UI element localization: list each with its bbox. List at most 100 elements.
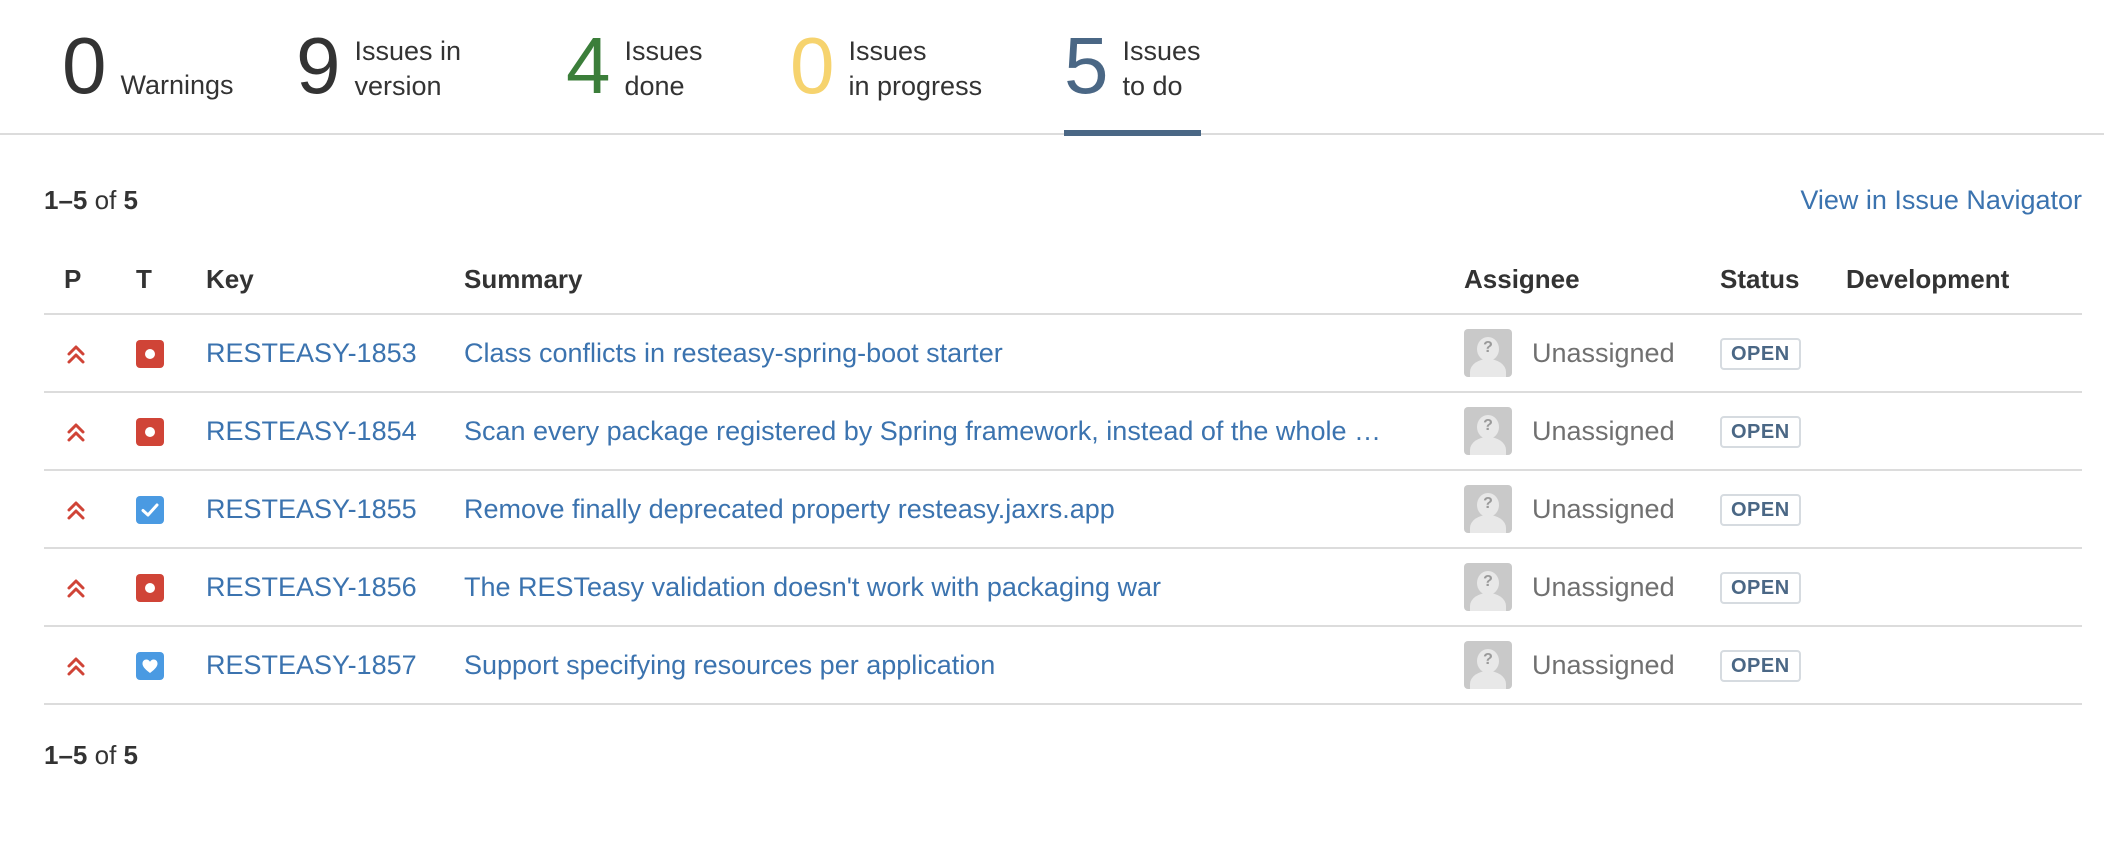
status-cell: OPEN <box>1720 314 1846 393</box>
unassigned-avatar-icon: ? <box>1464 485 1512 533</box>
issue-summary-link[interactable]: Support specifying resources per applica… <box>464 650 1414 681</box>
feature-heart-icon <box>136 652 164 681</box>
priority-cell <box>44 314 136 393</box>
summary-cell: Remove finally deprecated property reste… <box>464 470 1464 549</box>
issue-key-link[interactable]: RESTEASY-1854 <box>206 416 417 446</box>
issues-table: P T Key Summary Assignee Status Developm… <box>44 245 2082 705</box>
assignee-name: Unassigned <box>1532 415 1675 446</box>
column-header-summary[interactable]: Summary <box>464 245 1464 315</box>
issue-key-link[interactable]: RESTEASY-1856 <box>206 572 417 602</box>
issue-key-link[interactable]: RESTEASY-1857 <box>206 650 417 680</box>
column-header-development[interactable]: Development <box>1846 245 2082 315</box>
pager-top: 1–5 of 5 <box>44 185 139 215</box>
status-cell: OPEN <box>1720 626 1846 705</box>
assignee-cell: ? Unassigned <box>1464 548 1720 627</box>
development-cell <box>1846 392 2082 471</box>
table-row: RESTEASY-1853 Class conflicts in resteas… <box>44 314 2082 393</box>
priority-cell <box>44 548 136 627</box>
status-badge: OPEN <box>1720 416 1801 448</box>
issue-summary-link[interactable]: The RESTeasy validation doesn't work wit… <box>464 572 1414 603</box>
bug-icon <box>136 574 164 603</box>
assignee-cell: ? Unassigned <box>1464 392 1720 471</box>
issue-summary-link[interactable]: Class conflicts in resteasy-spring-boot … <box>464 338 1414 369</box>
status-badge: OPEN <box>1720 494 1801 526</box>
type-cell <box>136 314 206 393</box>
status-cell: OPEN <box>1720 392 1846 471</box>
issue-summary-link[interactable]: Scan every package registered by Spring … <box>464 416 1414 447</box>
highest-priority-icon <box>67 657 85 676</box>
issue-results: 1–5 of 5 View in Issue Navigator P T Key… <box>44 180 2082 775</box>
bug-icon <box>136 418 164 447</box>
assignee-cell: ? Unassigned <box>1464 626 1720 705</box>
issues-in-progress-count: 0 <box>790 21 835 110</box>
status-badge: OPEN <box>1720 338 1801 370</box>
stat-warnings[interactable]: 0 Warnings <box>62 26 234 130</box>
stat-issues-to-do[interactable]: 5 Issues to do <box>1064 26 1201 136</box>
type-cell <box>136 548 206 627</box>
table-row: RESTEASY-1857 Support specifying resourc… <box>44 626 2082 705</box>
issues-in-version-label: Issues in version <box>354 36 462 101</box>
issue-key-link[interactable]: RESTEASY-1855 <box>206 494 417 524</box>
type-cell <box>136 626 206 705</box>
key-cell: RESTEASY-1853 <box>206 314 464 393</box>
table-row: RESTEASY-1854 Scan every package registe… <box>44 392 2082 471</box>
issue-summary-link[interactable]: Remove finally deprecated property reste… <box>464 494 1414 525</box>
issues-in-progress-label: Issues in progress <box>848 36 983 101</box>
table-row: RESTEASY-1855 Remove finally deprecated … <box>44 470 2082 549</box>
stat-issues-in-progress[interactable]: 0 Issues in progress <box>790 26 982 130</box>
highest-priority-icon <box>67 345 85 364</box>
warnings-label: Warnings <box>120 70 234 100</box>
table-header-row: P T Key Summary Assignee Status Developm… <box>44 245 2082 315</box>
pager-bottom: 1–5 of 5 <box>44 740 139 770</box>
assignee-cell: ? Unassigned <box>1464 314 1720 393</box>
issues-in-version-count: 9 <box>296 21 341 110</box>
type-cell <box>136 470 206 549</box>
development-cell <box>1846 470 2082 549</box>
bug-icon <box>136 340 164 369</box>
column-header-status[interactable]: Status <box>1720 245 1846 315</box>
stat-issues-in-version[interactable]: 9 Issues in version <box>296 26 461 130</box>
development-cell <box>1846 314 2082 393</box>
column-header-key[interactable]: Key <box>206 245 464 315</box>
assignee-name: Unassigned <box>1532 493 1675 524</box>
highest-priority-icon <box>67 579 85 598</box>
status-badge: OPEN <box>1720 572 1801 604</box>
priority-cell <box>44 470 136 549</box>
assignee-name: Unassigned <box>1532 649 1675 680</box>
task-checkbox-icon <box>136 496 164 525</box>
unassigned-avatar-icon: ? <box>1464 563 1512 611</box>
assignee-cell: ? Unassigned <box>1464 470 1720 549</box>
key-cell: RESTEASY-1856 <box>206 548 464 627</box>
assignee-name: Unassigned <box>1532 337 1675 368</box>
status-cell: OPEN <box>1720 470 1846 549</box>
stat-issues-done[interactable]: 4 Issues done <box>566 26 703 130</box>
issues-done-label: Issues done <box>624 36 703 101</box>
warnings-count: 0 <box>62 21 107 110</box>
type-cell <box>136 392 206 471</box>
version-stats-bar: 0 Warnings 9 Issues in version 4 Issues … <box>0 0 2104 136</box>
development-cell <box>1846 548 2082 627</box>
issues-to-do-label: Issues to do <box>1122 36 1201 101</box>
unassigned-avatar-icon: ? <box>1464 329 1512 377</box>
priority-cell <box>44 392 136 471</box>
assignee-name: Unassigned <box>1532 571 1675 602</box>
highest-priority-icon <box>67 423 85 442</box>
unassigned-avatar-icon: ? <box>1464 407 1512 455</box>
issues-done-count: 4 <box>566 21 611 110</box>
issues-to-do-count: 5 <box>1064 21 1109 110</box>
issue-key-link[interactable]: RESTEASY-1853 <box>206 338 417 368</box>
summary-cell: Class conflicts in resteasy-spring-boot … <box>464 314 1464 393</box>
key-cell: RESTEASY-1857 <box>206 626 464 705</box>
key-cell: RESTEASY-1855 <box>206 470 464 549</box>
priority-cell <box>44 626 136 705</box>
summary-cell: Scan every package registered by Spring … <box>464 392 1464 471</box>
view-in-issue-navigator-link[interactable]: View in Issue Navigator <box>1800 180 2082 220</box>
status-badge: OPEN <box>1720 650 1801 682</box>
column-header-assignee[interactable]: Assignee <box>1464 245 1720 315</box>
unassigned-avatar-icon: ? <box>1464 641 1512 689</box>
column-header-priority[interactable]: P <box>44 245 136 315</box>
summary-cell: The RESTeasy validation doesn't work wit… <box>464 548 1464 627</box>
column-header-type[interactable]: T <box>136 245 206 315</box>
table-row: RESTEASY-1856 The RESTeasy validation do… <box>44 548 2082 627</box>
development-cell <box>1846 626 2082 705</box>
